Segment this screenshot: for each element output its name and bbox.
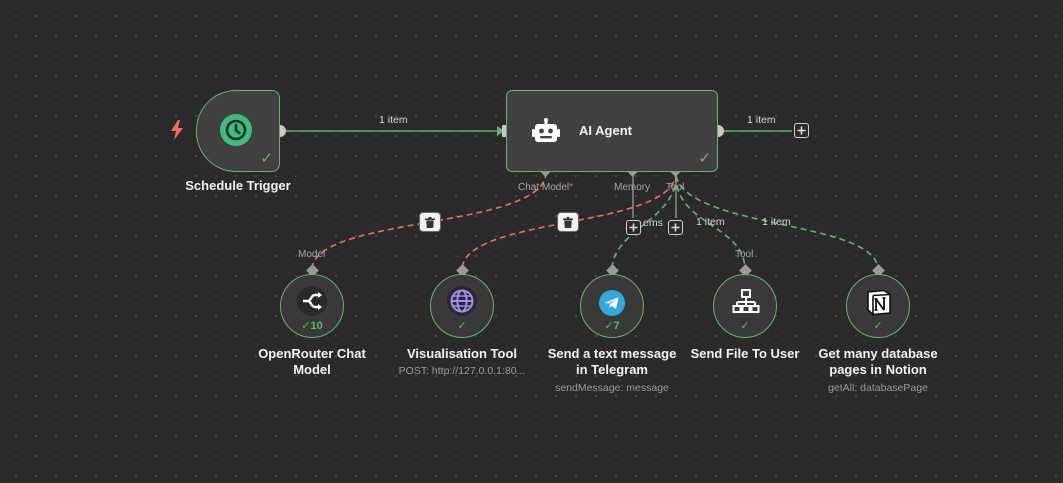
telegram-title: Send a text message in Telegram	[547, 346, 677, 377]
trigger-bolt-icon	[170, 120, 184, 145]
clock-icon	[219, 113, 253, 147]
send-file-port-label: Tool	[735, 249, 754, 260]
success-check-icon: ✓	[260, 150, 273, 167]
memory-port-label: Memory	[614, 182, 651, 193]
delete-connection-button[interactable]	[419, 212, 441, 232]
success-check-icon: ✓	[873, 320, 883, 332]
plus-icon	[629, 223, 638, 232]
telegram-node[interactable]: ✓7	[580, 274, 644, 338]
openrouter-icon	[296, 285, 328, 317]
visualisation-subtitle: POST: http://127.0.0.1:80...	[398, 365, 526, 377]
visualisation-tool-node[interactable]: ✓	[430, 274, 494, 338]
add-memory-button[interactable]	[626, 220, 641, 235]
schedule-trigger-node[interactable]: ✓	[196, 90, 280, 172]
notion-title: Get many database pages in Notion	[818, 346, 938, 377]
edge-label-agent-output: 1 item	[747, 114, 776, 126]
schedule-trigger-title: Schedule Trigger	[185, 178, 291, 193]
edge-label-tool-send-file: 1 item	[696, 216, 725, 228]
ai-agent-node[interactable]: AI Agent ✓	[506, 90, 718, 172]
success-check-icon: ✓	[457, 320, 467, 332]
ai-agent-title: AI Agent	[579, 123, 632, 138]
notion-subtitle: getAll: databasePage	[828, 382, 928, 394]
tool-port-label: Tool	[666, 182, 685, 193]
trash-icon	[425, 216, 435, 228]
telegram-badge: ✓7	[604, 320, 620, 332]
send-file-node[interactable]: ✓	[713, 274, 777, 338]
success-check-icon: ✓	[740, 320, 750, 332]
chat-model-port-label: Chat Model*	[518, 182, 574, 193]
robot-icon	[531, 117, 561, 147]
network-icon	[732, 289, 760, 315]
trash-icon	[563, 216, 573, 228]
telegram-subtitle: sendMessage: message	[555, 382, 669, 394]
edge-label-tool-notion: 1 item	[762, 216, 791, 228]
notion-icon	[864, 287, 894, 317]
openrouter-title: OpenRouter Chat Model	[258, 346, 366, 377]
openrouter-badge: ✓10	[301, 320, 323, 332]
openrouter-port-label: Model	[298, 249, 326, 260]
globe-icon	[446, 285, 478, 317]
connections-layer	[274, 125, 885, 277]
send-file-title: Send File To User	[690, 346, 800, 361]
edge-label-trigger-agent: 1 item	[379, 114, 408, 126]
edge-label-tool-items: ems	[643, 217, 663, 229]
plus-icon	[671, 223, 680, 232]
notion-node[interactable]: ✓	[846, 274, 910, 338]
delete-connection-button[interactable]	[557, 212, 579, 232]
plus-icon	[797, 126, 806, 135]
visualisation-title: Visualisation Tool	[406, 346, 518, 361]
add-node-button[interactable]	[794, 123, 809, 138]
success-check-icon: ✓	[698, 150, 711, 167]
openrouter-chat-model-node[interactable]: ✓10	[280, 274, 344, 338]
add-tool-button[interactable]	[668, 220, 683, 235]
telegram-icon	[598, 289, 626, 317]
